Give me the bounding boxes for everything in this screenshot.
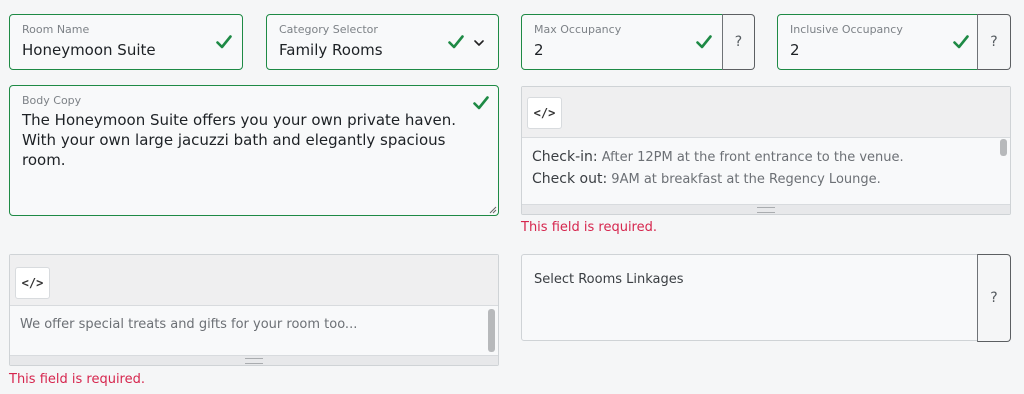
inclusive-occupancy-label: Inclusive Occupancy	[790, 23, 903, 36]
body-copy-value[interactable]: The Honeymoon Suite offers you your own …	[22, 110, 482, 170]
max-occupancy-label: Max Occupancy	[534, 23, 622, 36]
checkin-key: Check-in:	[532, 149, 598, 165]
room-linkages-label: Select Rooms Linkages	[534, 272, 684, 287]
vertical-scrollbar[interactable]	[1000, 139, 1007, 156]
code-view-button[interactable]: </>	[15, 267, 50, 299]
chevron-down-icon[interactable]	[474, 39, 484, 47]
help-icon: ?	[734, 34, 743, 50]
category-select[interactable]: Category Selector Family Rooms	[266, 14, 499, 70]
checkout-text: 9AM at breakfast at the Regency Lounge.	[607, 172, 881, 187]
room-name-value[interactable]: Honeymoon Suite	[22, 41, 156, 59]
body-copy-label: Body Copy	[22, 94, 82, 107]
resize-grip[interactable]	[522, 204, 1010, 214]
inclusive-occupancy-value[interactable]: 2	[790, 41, 800, 59]
checkin-line[interactable]: Check-in: After 12PM at the front entran…	[532, 149, 904, 165]
editor-toolbar: </>	[10, 255, 498, 306]
room-name-field[interactable]: Room Name Honeymoon Suite	[9, 14, 243, 70]
treats-placeholder[interactable]: We offer special treats and gifts for yo…	[20, 317, 357, 332]
checkin-text: After 12PM at the front entrance to the …	[597, 150, 904, 165]
vertical-scrollbar[interactable]	[488, 309, 495, 352]
max-occupancy-help-button[interactable]: ?	[722, 14, 755, 70]
checkin-error: This field is required.	[521, 220, 657, 235]
help-icon: ?	[990, 34, 998, 50]
room-name-label: Room Name	[22, 23, 90, 36]
resize-grip[interactable]	[10, 355, 498, 365]
treats-error: This field is required.	[9, 372, 145, 387]
check-icon	[448, 35, 464, 49]
body-copy-textarea[interactable]: Body Copy The Honeymoon Suite offers you…	[9, 85, 499, 216]
max-occupancy-field[interactable]: Max Occupancy 2	[521, 14, 726, 70]
help-icon: ?	[990, 290, 998, 306]
checkout-line[interactable]: Check out: 9AM at breakfast at the Regen…	[532, 171, 881, 187]
editor-toolbar: </>	[522, 87, 1010, 138]
room-linkages-select[interactable]: Select Rooms Linkages	[521, 254, 979, 341]
checkout-key: Check out:	[532, 171, 608, 187]
treats-editor[interactable]: </> We offer special treats and gifts fo…	[9, 254, 499, 366]
checkin-editor[interactable]: </> Check-in: After 12PM at the front en…	[521, 86, 1011, 215]
check-icon	[473, 96, 489, 110]
resize-handle-icon[interactable]	[489, 206, 497, 214]
room-linkages-help-button[interactable]: ?	[977, 254, 1011, 342]
check-icon	[953, 35, 969, 49]
check-icon	[216, 35, 232, 49]
code-view-button[interactable]: </>	[527, 97, 562, 129]
check-icon	[696, 35, 712, 49]
inclusive-occupancy-help-button[interactable]: ?	[977, 14, 1011, 70]
max-occupancy-value[interactable]: 2	[534, 41, 544, 59]
inclusive-occupancy-field[interactable]: Inclusive Occupancy 2	[777, 14, 980, 70]
category-label: Category Selector	[279, 23, 378, 36]
category-value: Family Rooms	[279, 41, 383, 59]
